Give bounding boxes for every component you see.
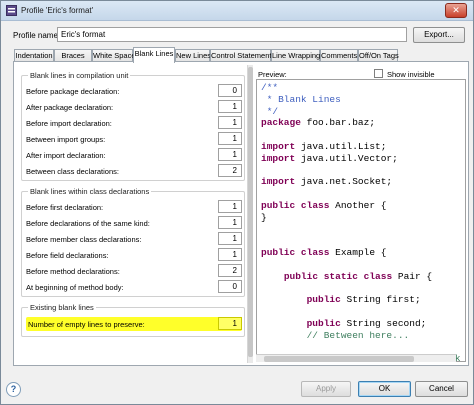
existing-blank-lines-group: Existing blank lines Number of empty lin…: [21, 303, 245, 337]
setting-value-input[interactable]: 1: [218, 216, 242, 229]
setting-label: Before method declarations:: [26, 267, 120, 276]
setting-value-input[interactable]: 1: [218, 116, 242, 129]
setting-label: Number of empty lines to preserve:: [28, 320, 145, 329]
preview-horizontal-scrollbar[interactable]: [256, 354, 456, 362]
javadoc-line: /**: [261, 82, 279, 93]
setting-label: Before package declaration:: [26, 87, 120, 96]
setting-value-input[interactable]: 2: [218, 164, 242, 177]
setting-label: Before first declaration:: [26, 203, 104, 212]
profile-name-input[interactable]: Eric's format: [57, 27, 407, 42]
setting-value-input[interactable]: 1: [218, 232, 242, 245]
settings-scrollbar[interactable]: [247, 65, 253, 363]
setting-row: Before member class declarations: 1: [26, 232, 242, 246]
setting-row: At beginning of method body: 0: [26, 280, 242, 294]
setting-value-input[interactable]: 1: [218, 248, 242, 261]
tab-blank-lines[interactable]: Blank Lines: [133, 47, 175, 63]
setting-label: Between import groups:: [26, 135, 106, 144]
setting-value-input[interactable]: 1: [218, 148, 242, 161]
group-title: Existing blank lines: [28, 303, 96, 312]
tab-content-panel: Blank lines in compilation unit Before p…: [13, 61, 469, 366]
setting-value-input[interactable]: 0: [218, 280, 242, 293]
cancel-button[interactable]: Cancel: [415, 381, 468, 397]
empty-lines-to-preserve-input[interactable]: 1: [218, 317, 242, 330]
eclipse-app-icon: [6, 5, 17, 16]
group-title: Blank lines within class declarations: [28, 187, 152, 196]
title-bar: Profile 'Eric's format' ✕: [1, 1, 473, 21]
setting-value-input[interactable]: 1: [218, 200, 242, 213]
setting-value-input[interactable]: 0: [218, 84, 242, 97]
setting-row: Before package declaration: 0: [26, 84, 242, 98]
setting-row-highlighted: Number of empty lines to preserve: 1: [26, 317, 242, 331]
setting-label: Before member class declarations:: [26, 235, 142, 244]
setting-label: Between class declarations:: [26, 167, 119, 176]
setting-label: At beginning of method body:: [26, 283, 124, 292]
setting-row: Between import groups: 1: [26, 132, 242, 146]
setting-label: Before field declarations:: [26, 251, 109, 260]
setting-row: Before declarations of the same kind: 1: [26, 216, 242, 230]
preview-label: Preview:: [258, 70, 287, 79]
apply-button[interactable]: Apply: [301, 381, 351, 397]
setting-label: After import declaration:: [26, 151, 106, 160]
setting-row: After package declaration: 1: [26, 100, 242, 114]
export-button[interactable]: Export...: [413, 27, 465, 43]
setting-row: Before import declaration: 1: [26, 116, 242, 130]
show-invisible-checkbox[interactable]: [374, 69, 383, 78]
setting-row: Before first declaration: 1: [26, 200, 242, 214]
javadoc-line: * Blank Lines: [261, 93, 341, 105]
preview-code: /** * Blank Lines */ package foo.bar.baz…: [261, 82, 465, 361]
profile-dialog: Profile 'Eric's format' ✕ Profile name: …: [0, 0, 474, 405]
setting-label: Before import declaration:: [26, 119, 112, 128]
setting-value-input[interactable]: 2: [218, 264, 242, 277]
setting-value-input[interactable]: 1: [218, 100, 242, 113]
javadoc-line: */: [261, 105, 279, 117]
setting-row: Before method declarations: 2: [26, 264, 242, 278]
profile-name-label: Profile name:: [13, 31, 61, 40]
close-icon[interactable]: ✕: [445, 3, 467, 18]
group-title: Blank lines in compilation unit: [28, 71, 131, 80]
scrollbar-thumb[interactable]: [248, 67, 253, 357]
setting-label: Before declarations of the same kind:: [26, 219, 150, 228]
setting-label: After package declaration:: [26, 103, 114, 112]
setting-row: Between class declarations: 2: [26, 164, 242, 178]
compilation-unit-group: Blank lines in compilation unit Before p…: [21, 71, 245, 181]
class-declarations-group: Blank lines within class declarations Be…: [21, 187, 245, 297]
comment-line: // Between here...: [261, 329, 410, 341]
code-preview: /** * Blank Lines */ package foo.bar.baz…: [256, 79, 466, 362]
ok-button[interactable]: OK: [358, 381, 411, 397]
settings-pane: Blank lines in compilation unit Before p…: [19, 65, 247, 363]
setting-value-input[interactable]: 1: [218, 132, 242, 145]
setting-row: After import declaration: 1: [26, 148, 242, 162]
help-icon[interactable]: ?: [6, 382, 21, 397]
scrollbar-thumb[interactable]: [264, 356, 414, 362]
setting-row: Before field declarations: 1: [26, 248, 242, 262]
window-title: Profile 'Eric's format': [21, 6, 94, 15]
